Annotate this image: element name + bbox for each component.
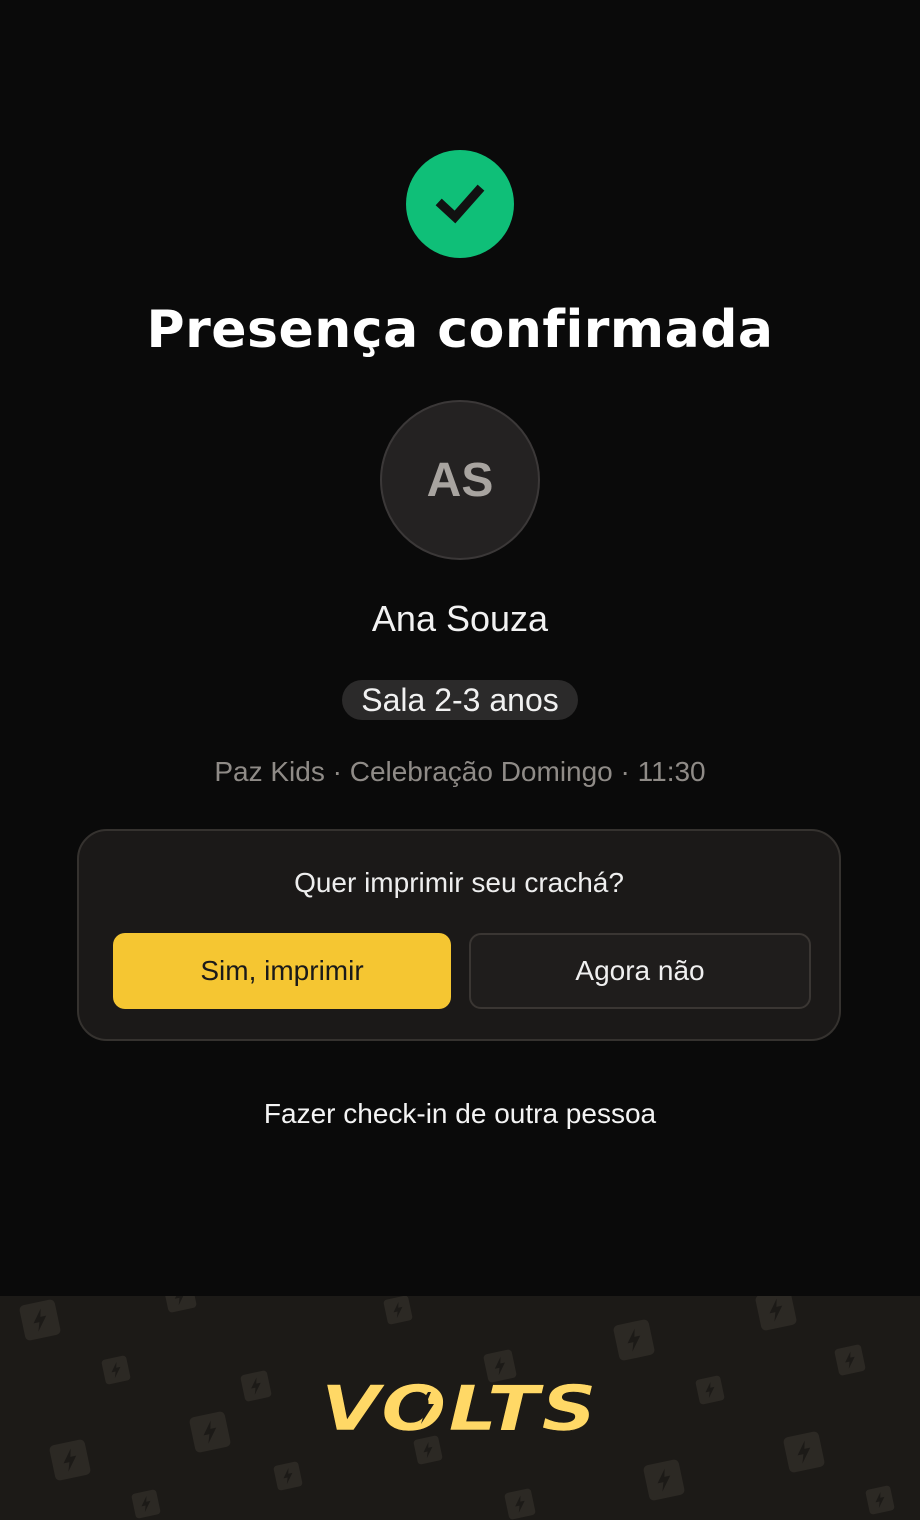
checkin-another-person-link[interactable]: Fazer check-in de outra pessoa — [0, 1098, 920, 1130]
room-badge: Sala 2-3 anos — [342, 680, 578, 720]
checkin-confirmation-screen: Presença confirmada AS Ana Souza Sala 2-… — [0, 0, 920, 1520]
checkmark-icon — [435, 184, 485, 224]
svg-text:VOLTS: VOLTS — [321, 1380, 599, 1436]
person-name: Ana Souza — [371, 598, 549, 639]
print-question: Quer imprimir seu crachá? — [294, 867, 624, 898]
page-title: Presença confirmada — [146, 300, 774, 360]
volts-logo: VOLTS — [321, 1380, 599, 1436]
print-no-button[interactable]: Agora não — [469, 933, 811, 1009]
avatar: AS — [380, 400, 540, 560]
success-checkmark-icon — [406, 150, 514, 258]
event-details: Paz Kids · Celebração Domingo · 11:30 — [214, 756, 706, 787]
print-yes-button[interactable]: Sim, imprimir — [113, 933, 451, 1009]
brand-footer: VOLTS — [0, 1296, 920, 1520]
print-badge-card: Quer imprimir seu crachá? Sim, imprimir … — [77, 829, 841, 1041]
avatar-initials: AS — [426, 453, 494, 507]
